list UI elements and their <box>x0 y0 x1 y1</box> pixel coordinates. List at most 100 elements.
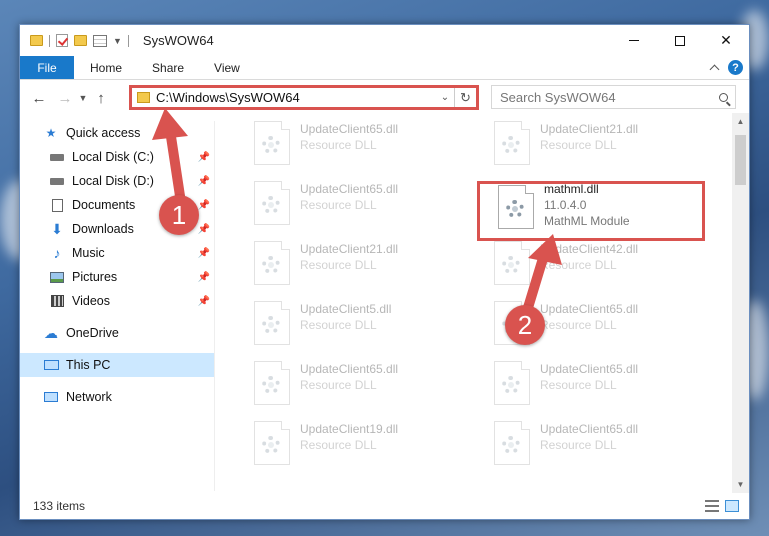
dll-file-icon <box>254 301 290 345</box>
file-item[interactable]: UpdateClient42.dll Resource DLL <box>480 237 700 293</box>
file-name: UpdateClient19.dll <box>300 422 399 436</box>
file-item[interactable]: UpdateClient65.dll Resource DLL <box>240 357 460 413</box>
downloads-icon: ⬇ <box>51 220 63 237</box>
sidebar-item-label: Network <box>66 390 112 404</box>
pin-icon[interactable]: 📌 <box>198 176 210 187</box>
details-view-icon[interactable] <box>705 500 719 512</box>
cloud-icon: ☁ <box>44 324 58 341</box>
navigation-pane: ★ Quick access Local Disk (C:) 📌 Local D… <box>20 121 215 491</box>
network-icon <box>42 389 60 405</box>
sidebar-item-music[interactable]: ♪ Music 📌 <box>20 241 214 265</box>
dll-file-icon <box>254 181 290 225</box>
file-description: Resource DLL <box>540 258 617 272</box>
chevron-up-icon[interactable] <box>709 64 720 75</box>
view-switcher <box>705 500 739 512</box>
window-controls: ✕ <box>611 25 749 56</box>
file-name: UpdateClient65.dll <box>540 302 639 316</box>
file-item[interactable]: UpdateClient65.dll Resource DLL <box>480 417 700 473</box>
file-description: Resource DLL <box>300 258 377 272</box>
tiles-view-icon[interactable] <box>725 500 739 512</box>
explorer-window: ▼ SysWOW64 ✕ File Home Share View ? ← → … <box>19 24 750 520</box>
help-icon[interactable]: ? <box>728 60 743 75</box>
properties-check-icon[interactable] <box>56 34 68 47</box>
file-item[interactable]: UpdateClient65.dll Resource DLL <box>480 357 700 413</box>
file-item[interactable]: UpdateClient21.dll Resource DLL <box>240 237 460 293</box>
sidebar-item-network[interactable]: Network <box>20 385 214 409</box>
new-folder-icon[interactable] <box>74 35 87 46</box>
maximize-icon <box>675 35 685 46</box>
sidebar-item-local-disk-d[interactable]: Local Disk (D:) 📌 <box>20 169 214 193</box>
file-item[interactable]: UpdateClient65.dll Resource DLL <box>240 117 460 173</box>
drive-icon <box>48 173 66 189</box>
properties-icon[interactable] <box>93 34 107 47</box>
recent-locations-dropdown-icon[interactable]: ▼ <box>76 93 90 103</box>
status-bar: 133 items <box>20 493 749 519</box>
customize-toolbar-dropdown-icon[interactable]: ▼ <box>113 36 122 46</box>
file-description: Resource DLL <box>540 438 617 452</box>
search-icon[interactable] <box>711 92 735 102</box>
videos-icon <box>48 293 66 309</box>
tab-home[interactable]: Home <box>74 56 136 79</box>
navigation-bar: ← → ▼ ↑ C:\Windows\SysWOW64 ⌄ ↻ Search S… <box>20 83 749 113</box>
file-description: Resource DLL <box>540 318 617 332</box>
pin-icon[interactable]: 📌 <box>198 248 210 259</box>
back-arrow-icon[interactable]: ← <box>28 87 50 109</box>
file-name: UpdateClient65.dll <box>300 182 399 196</box>
sidebar-item-pictures[interactable]: Pictures 📌 <box>20 265 214 289</box>
sidebar-item-quick-access[interactable]: ★ Quick access <box>20 121 214 145</box>
music-icon: ♪ <box>53 245 61 261</box>
sidebar-item-label: Music <box>72 246 105 260</box>
scroll-down-icon[interactable]: ▼ <box>732 476 749 493</box>
sidebar-item-label: Documents <box>72 198 136 212</box>
tab-view[interactable]: View <box>198 56 254 79</box>
documents-icon <box>48 197 66 213</box>
pin-icon[interactable]: 📌 <box>198 272 210 283</box>
drive-icon <box>48 149 66 165</box>
sidebar-item-local-disk-c[interactable]: Local Disk (C:) 📌 <box>20 145 214 169</box>
address-bar[interactable]: C:\Windows\SysWOW64 ⌄ ↻ <box>129 85 479 110</box>
file-item[interactable]: UpdateClient5.dll Resource DLL <box>240 297 460 353</box>
scroll-up-icon[interactable]: ▲ <box>732 113 749 130</box>
file-description: Resource DLL <box>540 378 617 392</box>
file-item[interactable]: UpdateClient21.dll Resource DLL <box>480 117 700 173</box>
minimize-icon <box>629 40 639 41</box>
sidebar-item-videos[interactable]: Videos 📌 <box>20 289 214 313</box>
close-button[interactable]: ✕ <box>703 25 749 56</box>
tab-share[interactable]: Share <box>136 56 198 79</box>
file-name: UpdateClient65.dll <box>540 422 639 436</box>
file-description: Resource DLL <box>540 138 617 152</box>
pictures-icon <box>48 269 66 285</box>
pin-icon[interactable]: 📌 <box>198 200 210 211</box>
dll-file-icon <box>254 241 290 285</box>
tab-file[interactable]: File <box>20 56 74 79</box>
file-name: UpdateClient21.dll <box>300 242 399 256</box>
pin-icon[interactable]: 📌 <box>198 296 210 307</box>
file-name: UpdateClient65.dll <box>540 362 639 376</box>
address-dropdown-icon[interactable]: ⌄ <box>436 92 454 103</box>
sidebar-item-label: Pictures <box>72 270 118 284</box>
pin-icon[interactable]: 📌 <box>198 224 210 235</box>
file-description: Resource DLL <box>300 438 377 452</box>
maximize-button[interactable] <box>657 25 703 56</box>
refresh-icon[interactable]: ↻ <box>454 88 476 107</box>
search-input[interactable]: Search SysWOW64 <box>500 90 711 105</box>
file-name: UpdateClient65.dll <box>300 362 399 376</box>
file-description: Resource DLL <box>300 318 377 332</box>
scrollbar-thumb[interactable] <box>735 135 746 185</box>
vertical-scrollbar[interactable]: ▲ ▼ <box>732 113 749 493</box>
title-bar: ▼ SysWOW64 ✕ <box>20 25 749 56</box>
ribbon-right-controls: ? <box>709 56 749 79</box>
dll-file-icon <box>254 121 290 165</box>
callout-badge-1: 1 <box>159 195 199 235</box>
file-item[interactable]: UpdateClient19.dll Resource DLL <box>240 417 460 473</box>
sidebar-item-this-pc[interactable]: This PC <box>20 353 214 377</box>
minimize-button[interactable] <box>611 25 657 56</box>
sidebar-item-onedrive[interactable]: ☁ OneDrive <box>20 321 214 345</box>
address-path[interactable]: C:\Windows\SysWOW64 <box>156 90 436 105</box>
file-item[interactable]: UpdateClient65.dll Resource DLL <box>240 177 460 233</box>
up-arrow-icon[interactable]: ↑ <box>90 87 112 109</box>
file-name: UpdateClient65.dll <box>300 122 399 136</box>
search-box[interactable]: Search SysWOW64 <box>491 85 736 109</box>
pin-icon[interactable]: 📌 <box>198 152 210 163</box>
forward-arrow-icon[interactable]: → <box>54 87 76 109</box>
